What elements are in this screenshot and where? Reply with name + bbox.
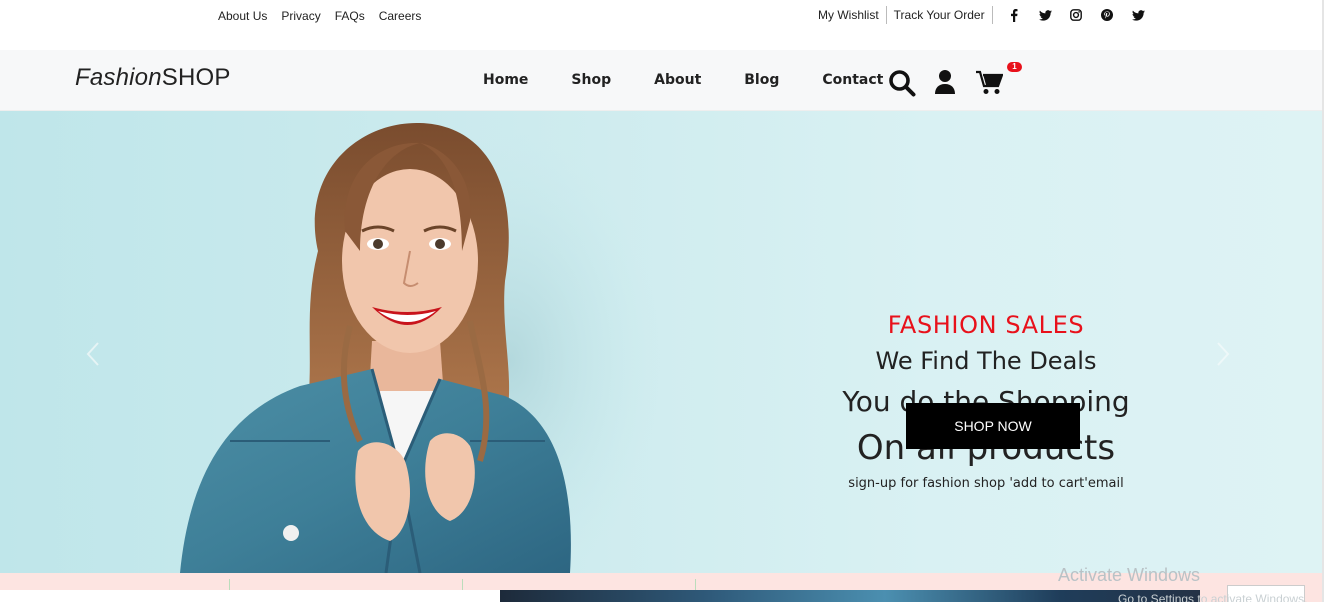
logo-regular: SHOP [161,64,231,91]
my-wishlist-link[interactable]: My Wishlist [818,6,886,24]
hero-subtext: sign-up for fashion shop 'add to cart'em… [848,476,1124,491]
social-links [999,6,1154,24]
twitter-icon[interactable] [1030,6,1061,24]
top-right-links: My Wishlist Track Your Order [818,6,1154,24]
user-icon[interactable] [934,69,956,100]
hero-copy: FASHION SALES We Find The Deals You do t… [830,308,1142,495]
nav-blog[interactable]: Blog [744,72,779,88]
search-icon[interactable] [888,69,916,102]
page: About Us Privacy FAQs Careers My Wishlis… [0,0,1324,602]
prev-slide-arrow[interactable] [86,341,100,372]
content-area [0,590,500,602]
activate-windows-title: Activate Windows [1058,565,1201,585]
instagram-icon[interactable] [1061,6,1092,24]
logo-italic: Fashion [75,64,162,91]
nav-contact[interactable]: Contact [822,72,883,88]
pinterest-icon[interactable] [1092,6,1123,24]
about-us-link[interactable]: About Us [218,9,267,23]
top-links: About Us Privacy FAQs Careers [218,9,421,23]
top-bar: About Us Privacy FAQs Careers My Wishlis… [0,0,1324,50]
site-logo[interactable]: FashionSHOP [75,64,231,92]
nav-about[interactable]: About [654,72,701,88]
activate-windows-subtitle: Go to Settings to activate Windows. [1118,592,1308,602]
nav-home[interactable]: Home [483,72,528,88]
divider [991,6,993,24]
careers-link[interactable]: Careers [379,9,422,23]
hero-tagline: FASHION SALES [887,311,1085,339]
main-menu: Home Shop About Blog Contact [483,72,883,88]
hero-slider: FASHION SALES We Find The Deals You do t… [0,111,1324,573]
cart-count-badge: 1 [1007,62,1022,72]
twitter-icon[interactable] [1123,6,1154,24]
faqs-link[interactable]: FAQs [335,9,365,23]
privacy-link[interactable]: Privacy [281,9,320,23]
facebook-icon[interactable] [999,6,1030,24]
shop-now-button[interactable]: SHOP NOW [906,403,1080,449]
track-order-link[interactable]: Track Your Order [887,6,992,24]
nav-shop[interactable]: Shop [571,72,611,88]
main-navbar: FashionSHOP Home Shop About Blog Contact [0,50,1324,111]
hero-line-1: We Find The Deals [875,347,1097,375]
cart-icon[interactable] [976,70,1004,100]
product-banner-image [500,590,1200,602]
next-slide-arrow[interactable] [1216,341,1230,372]
